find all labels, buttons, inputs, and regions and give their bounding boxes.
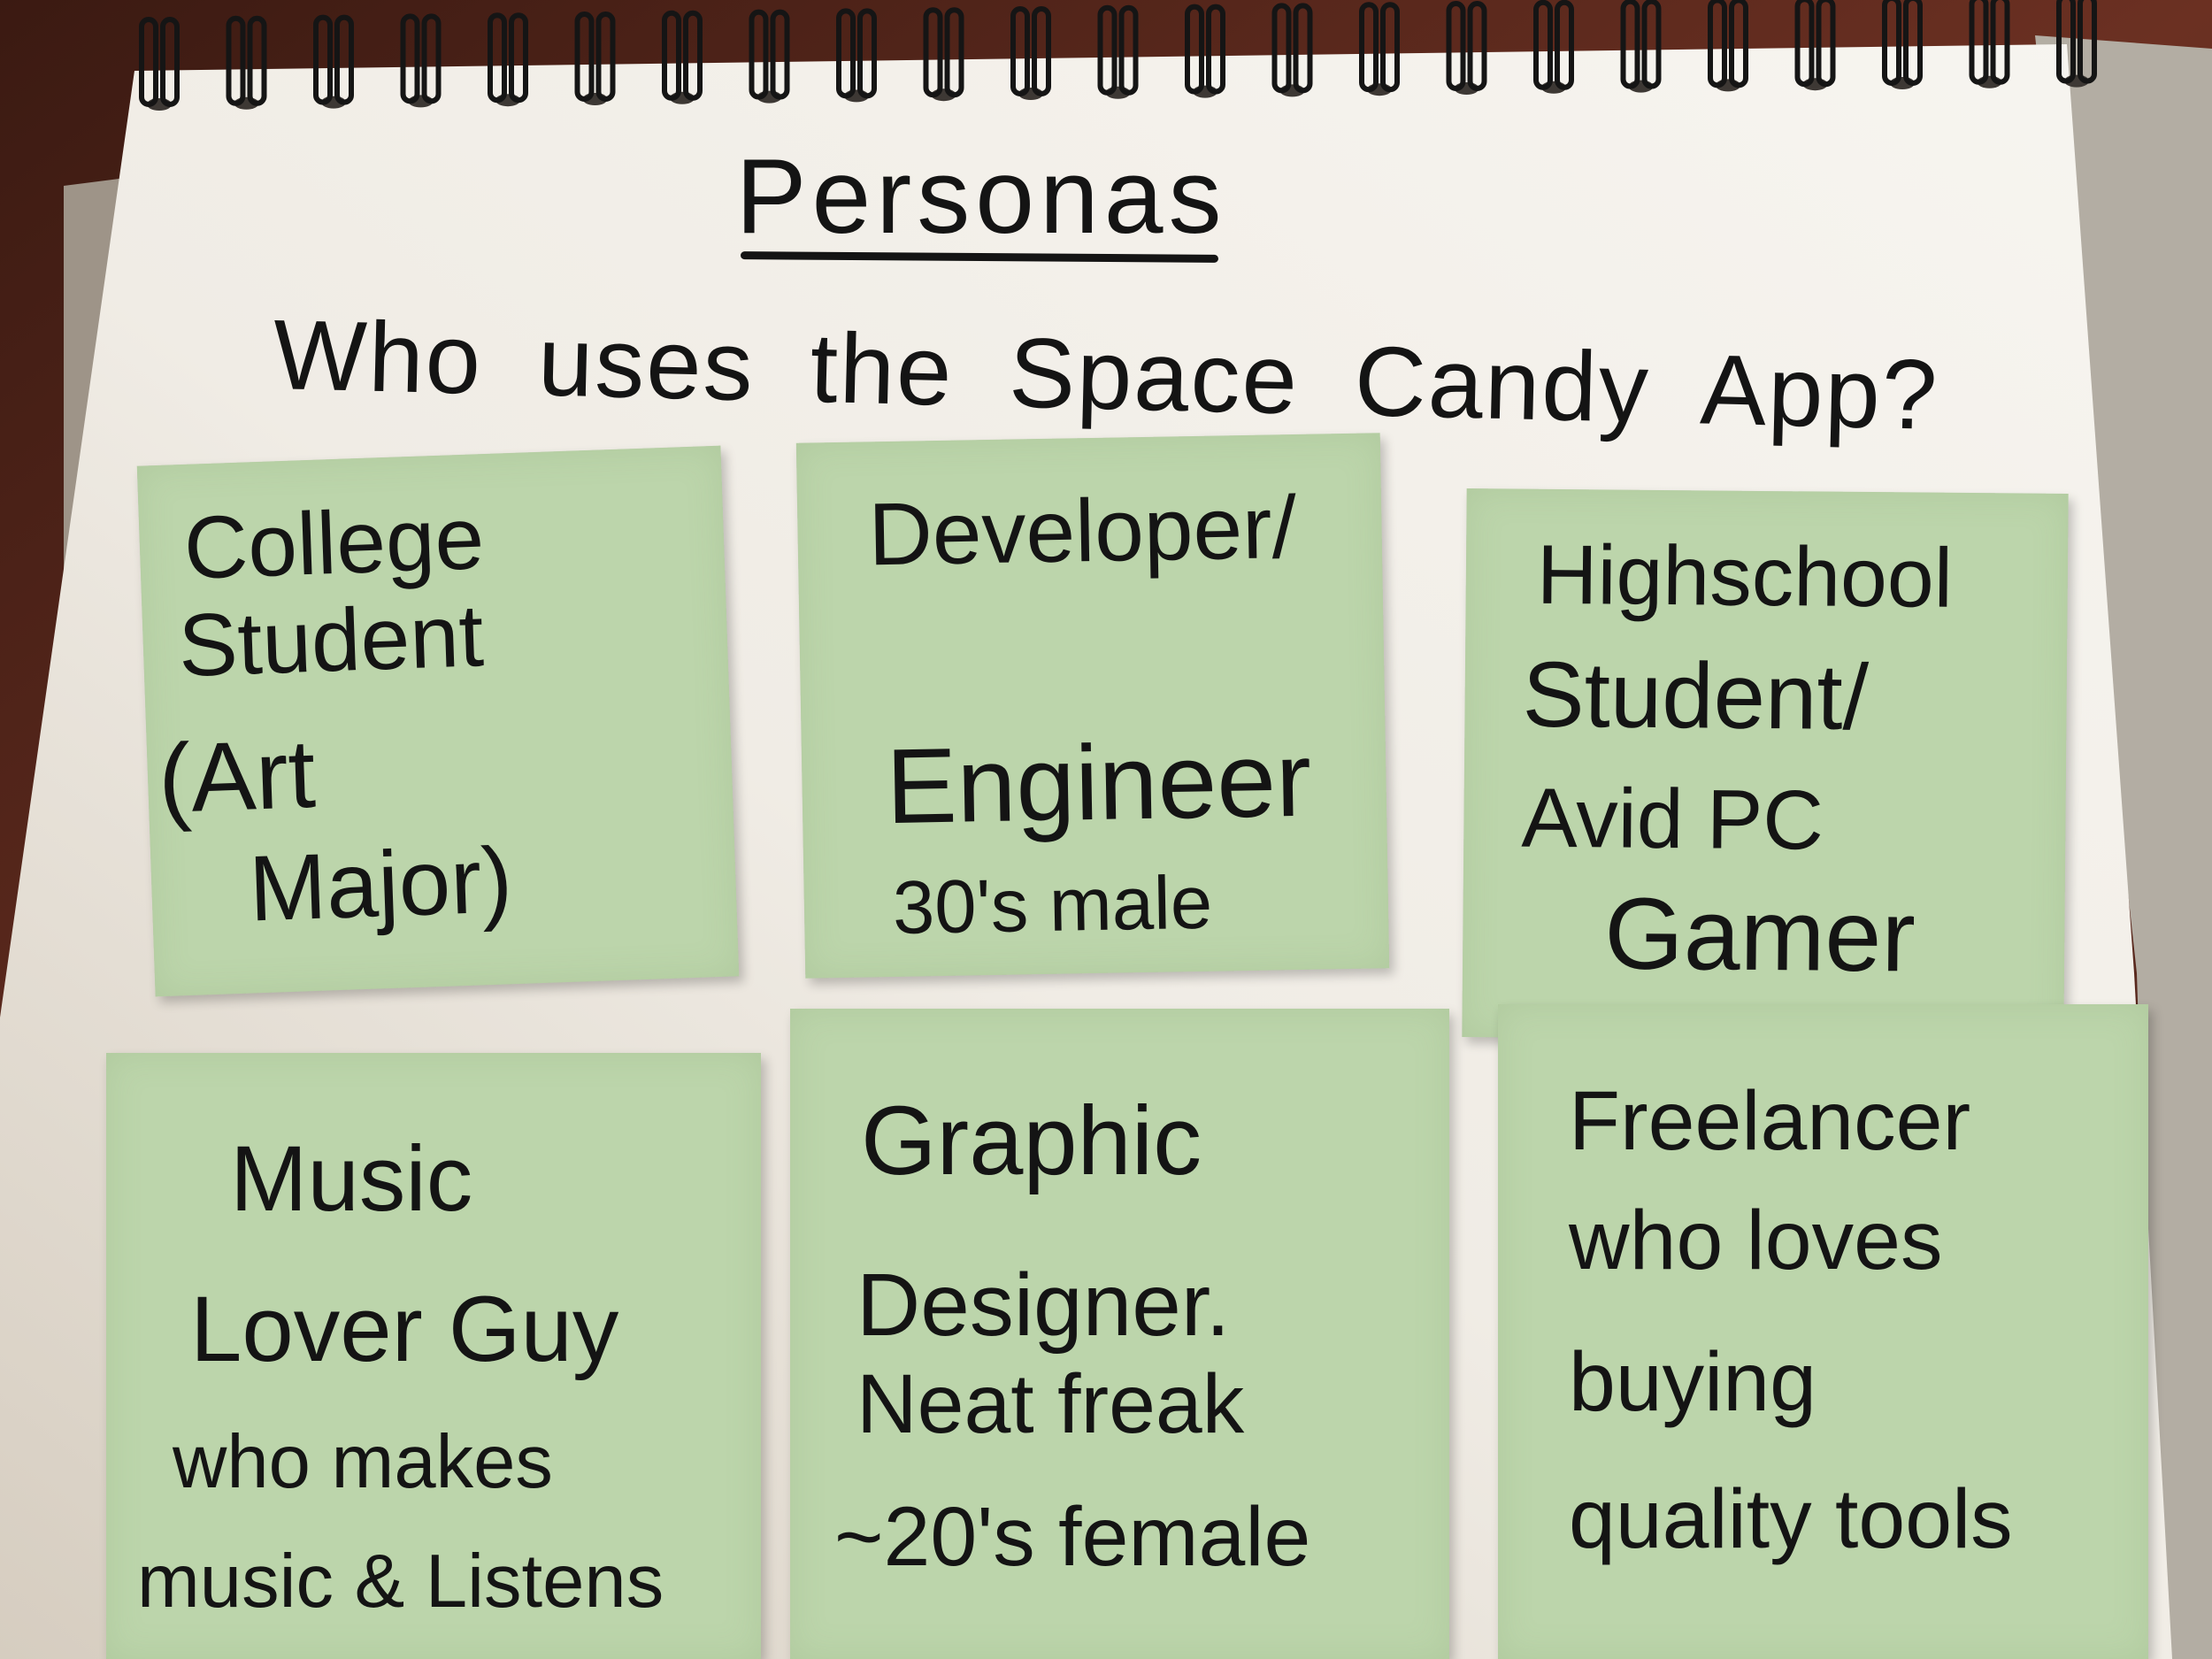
- note-line: Student: [176, 586, 486, 696]
- persona-note-graphic-designer: Graphic Designer. Neat freak ~20's femal…: [790, 1009, 1449, 1659]
- note-line: Music: [230, 1127, 473, 1231]
- note-line: Developer/: [867, 477, 1298, 585]
- note-line: Avid PC: [1521, 771, 1824, 868]
- note-line: music & Listens: [137, 1540, 664, 1624]
- note-line: Freelancer: [1569, 1074, 1971, 1168]
- note-line: Highschool: [1536, 527, 1954, 626]
- note-line: Student/: [1522, 642, 1870, 750]
- persona-note-highschool-gamer: Highschool Student/ Avid PC Gamer: [1462, 488, 2069, 1042]
- note-line: buying: [1569, 1335, 1816, 1429]
- note-line: Neat freak: [856, 1357, 1245, 1451]
- note-line: quality tools: [1569, 1472, 2013, 1566]
- note-line: College: [182, 488, 486, 598]
- page-title: Personas: [735, 137, 1227, 256]
- note-line: Engineer: [885, 719, 1313, 847]
- note-line: 30's male: [892, 860, 1213, 950]
- note-line: who loves: [1569, 1194, 1943, 1287]
- persona-note-music-lover: Music Lover Guy who makes music & Listen…: [106, 1053, 761, 1659]
- persona-note-developer: Developer/ Engineer 30's male: [795, 433, 1390, 979]
- note-line: Designer.: [856, 1256, 1231, 1355]
- photo-scene: Personas Who uses the Space Candy App? C…: [0, 0, 2212, 1659]
- persona-note-freelancer: Freelancer who loves buying quality tool…: [1498, 1004, 2148, 1659]
- note-line: Major): [247, 828, 514, 941]
- note-line: Gamer: [1603, 877, 1916, 994]
- persona-note-college-student: College Student (Art Major): [136, 445, 740, 997]
- note-line: who makes: [173, 1420, 553, 1504]
- note-line: Graphic: [861, 1087, 1202, 1195]
- note-line: ~20's female: [834, 1490, 1311, 1584]
- note-line: (Art: [156, 718, 318, 834]
- note-line: Lover Guy: [190, 1278, 619, 1381]
